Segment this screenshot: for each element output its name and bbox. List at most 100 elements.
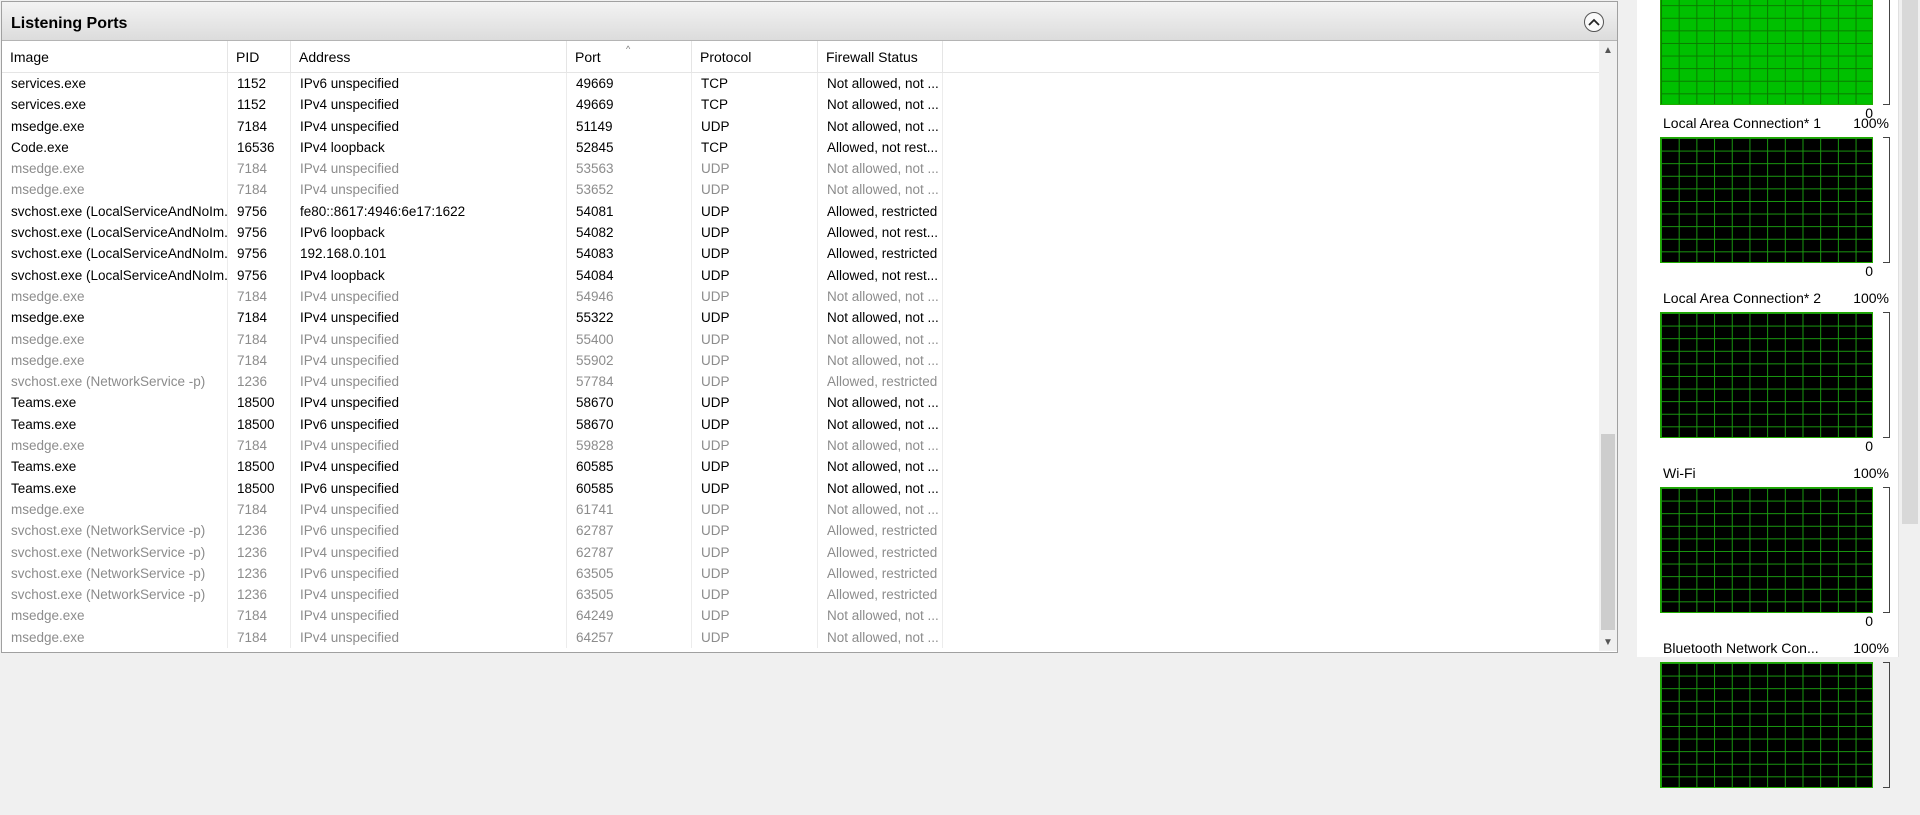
- cell-address: IPv4 unspecified: [291, 179, 567, 201]
- scrollbar-thumb[interactable]: [1601, 434, 1615, 630]
- panel-title: Listening Ports: [11, 15, 128, 32]
- network-graph-block[interactable]: 0: [1637, 0, 1897, 132]
- graph-scale-max: 100%: [1853, 640, 1889, 656]
- cell-address: IPv6 unspecified: [291, 562, 567, 585]
- column-header-address[interactable]: Address: [291, 41, 567, 73]
- table-row[interactable]: svchost.exe (NetworkService -p) 1236 IPv6 …: [2, 520, 1599, 542]
- graph-scale-min: 0: [1865, 263, 1873, 279]
- table-row[interactable]: msedge.exe 7184 IPv4 unspecified 54946 UDP No…: [2, 285, 1599, 308]
- table-row[interactable]: msedge.exe 7184 IPv4 unspecified 64257 UDP No…: [2, 626, 1599, 649]
- cell-pid: 1152: [228, 94, 291, 116]
- cell-protocol: UDP: [692, 584, 818, 606]
- table-row[interactable]: msedge.exe 7184 IPv4 unspecified 55902 UDP No…: [2, 349, 1599, 372]
- table-row[interactable]: svchost.exe (LocalServiceAndNoIm... 9756 I…: [2, 222, 1599, 244]
- cell-image: Code.exe: [2, 136, 228, 159]
- table-row[interactable]: Teams.exe 18500 IPv6 unspecified 60585 UDP No…: [2, 477, 1599, 499]
- graph-scale-max: 100%: [1853, 115, 1889, 131]
- table-row[interactable]: msedge.exe 7184 IPv4 unspecified 59828 UDP No…: [2, 435, 1599, 457]
- cell-pid: 7184: [228, 158, 291, 180]
- scroll-up-icon[interactable]: ▲: [1599, 41, 1617, 59]
- table-row[interactable]: Teams.exe 18500 IPv6 unspecified 58670 UDP No…: [2, 413, 1599, 436]
- table-row[interactable]: svchost.exe (NetworkService -p) 1236 IPv4 …: [2, 541, 1599, 563]
- cell-port: 51149: [567, 115, 692, 137]
- cell-firewall-status: Not allowed, not ...: [818, 477, 943, 499]
- cell-port: 54083: [567, 243, 692, 265]
- cell-firewall-status: Not allowed, not ...: [818, 456, 943, 478]
- panel-header[interactable]: Listening Ports: [2, 2, 1617, 41]
- cell-address: IPv4 unspecified: [291, 328, 567, 350]
- panel-splitter[interactable]: [1620, 0, 1637, 657]
- cell-address: 192.168.0.101: [291, 243, 567, 265]
- column-header-image[interactable]: Image: [2, 41, 228, 73]
- network-graph-block[interactable]: Bluetooth Network Con... 100%: [1637, 640, 1897, 815]
- cell-address: IPv4 unspecified: [291, 584, 567, 606]
- table-row[interactable]: svchost.exe (NetworkService -p) 1236 IPv4 …: [2, 371, 1599, 393]
- column-header-pid[interactable]: PID: [228, 41, 291, 73]
- cell-pid: 7184: [228, 307, 291, 329]
- graph-scale-min: 0: [1865, 613, 1873, 629]
- cell-port: 52845: [567, 136, 692, 159]
- cell-pid: 16536: [228, 136, 291, 159]
- table-row[interactable]: Code.exe 16536 IPv4 loopback 52845 TCP Allowe…: [2, 136, 1599, 159]
- throughput-graph: [1660, 312, 1873, 438]
- cell-protocol: UDP: [692, 371, 818, 393]
- table-row[interactable]: msedge.exe 7184 IPv4 unspecified 64249 UDP No…: [2, 605, 1599, 627]
- cell-firewall-status: Not allowed, not ...: [818, 392, 943, 414]
- cell-protocol: UDP: [692, 435, 818, 457]
- cell-firewall-status: Allowed, restricted: [818, 584, 943, 606]
- cell-protocol: TCP: [692, 136, 818, 159]
- cell-address: IPv4 unspecified: [291, 94, 567, 116]
- cell-port: 57784: [567, 371, 692, 393]
- cell-address: fe80::8617:4946:6e17:1622: [291, 200, 567, 223]
- right-scrollbar-thumb[interactable]: [1902, 0, 1918, 524]
- network-graph-block[interactable]: Local Area Connection* 1 100% 0: [1637, 115, 1897, 290]
- cell-image: svchost.exe (LocalServiceAndNoIm...: [2, 243, 228, 265]
- table-row[interactable]: svchost.exe (NetworkService -p) 1236 IPv4 …: [2, 584, 1599, 606]
- column-header-firewall-status[interactable]: Firewall Status: [818, 41, 943, 73]
- cell-pid: 18500: [228, 413, 291, 436]
- right-vertical-scrollbar[interactable]: [1898, 0, 1920, 657]
- table-row[interactable]: Teams.exe 18500 IPv4 unspecified 58670 UDP No…: [2, 392, 1599, 414]
- table-row[interactable]: svchost.exe (NetworkService -p) 1236 IPv6 …: [2, 562, 1599, 585]
- cell-port: 49669: [567, 94, 692, 116]
- column-header-protocol[interactable]: Protocol: [692, 41, 818, 73]
- table-row[interactable]: msedge.exe 7184 IPv4 unspecified 51149 UDP No…: [2, 115, 1599, 137]
- cell-port: 61741: [567, 498, 692, 521]
- cell-image: svchost.exe (NetworkService -p): [2, 584, 228, 606]
- cell-firewall-status: Allowed, restricted: [818, 541, 943, 563]
- chevron-up-icon[interactable]: [1584, 12, 1604, 32]
- table-row[interactable]: msedge.exe 7184 IPv4 unspecified 61741 UDP No…: [2, 498, 1599, 521]
- cell-firewall-status: Not allowed, not ...: [818, 413, 943, 436]
- cell-image: svchost.exe (NetworkService -p): [2, 562, 228, 585]
- cell-port: 54082: [567, 222, 692, 244]
- network-graph-block[interactable]: Local Area Connection* 2 100% 0: [1637, 290, 1897, 465]
- cell-port: 63505: [567, 584, 692, 606]
- cell-image: svchost.exe (NetworkService -p): [2, 520, 228, 542]
- table-row[interactable]: svchost.exe (LocalServiceAndNoIm... 9756 I…: [2, 264, 1599, 286]
- table-row[interactable]: msedge.exe 7184 IPv4 unspecified 53652 UDP No…: [2, 179, 1599, 201]
- cell-port: 59828: [567, 435, 692, 457]
- cell-port: 58670: [567, 413, 692, 436]
- graph-label: Local Area Connection* 2: [1663, 290, 1821, 306]
- table-row[interactable]: svchost.exe (LocalServiceAndNoIm... 9756 f…: [2, 200, 1599, 223]
- cell-firewall-status: Not allowed, not ...: [818, 626, 943, 649]
- cell-firewall-status: Allowed, restricted: [818, 520, 943, 542]
- table-row[interactable]: msedge.exe 7184 IPv4 unspecified 55400 UDP No…: [2, 328, 1599, 350]
- cell-firewall-status: Not allowed, not ...: [818, 73, 943, 95]
- graph-scale-max: 100%: [1853, 290, 1889, 306]
- vertical-scrollbar[interactable]: ▲ ▼: [1599, 41, 1617, 651]
- table-row[interactable]: services.exe 1152 IPv6 unspecified 49669 TCP…: [2, 73, 1599, 95]
- network-graph-block[interactable]: Wi-Fi 100% 0: [1637, 465, 1897, 640]
- cell-pid: 7184: [228, 179, 291, 201]
- cell-address: IPv4 unspecified: [291, 307, 567, 329]
- cell-firewall-status: Not allowed, not ...: [818, 158, 943, 180]
- scroll-down-icon[interactable]: ▼: [1599, 633, 1617, 651]
- table-row[interactable]: services.exe 1152 IPv4 unspecified 49669 TCP…: [2, 94, 1599, 116]
- table-row[interactable]: msedge.exe 7184 IPv4 unspecified 53563 UDP No…: [2, 158, 1599, 180]
- cell-pid: 1236: [228, 541, 291, 563]
- table-row[interactable]: svchost.exe (LocalServiceAndNoIm... 9756 1…: [2, 243, 1599, 265]
- table-row[interactable]: Teams.exe 18500 IPv4 unspecified 60585 UDP No…: [2, 456, 1599, 478]
- table-row[interactable]: msedge.exe 7184 IPv4 unspecified 55322 UDP No…: [2, 307, 1599, 329]
- throughput-graph: [1660, 662, 1873, 788]
- throughput-graph: [1660, 487, 1873, 613]
